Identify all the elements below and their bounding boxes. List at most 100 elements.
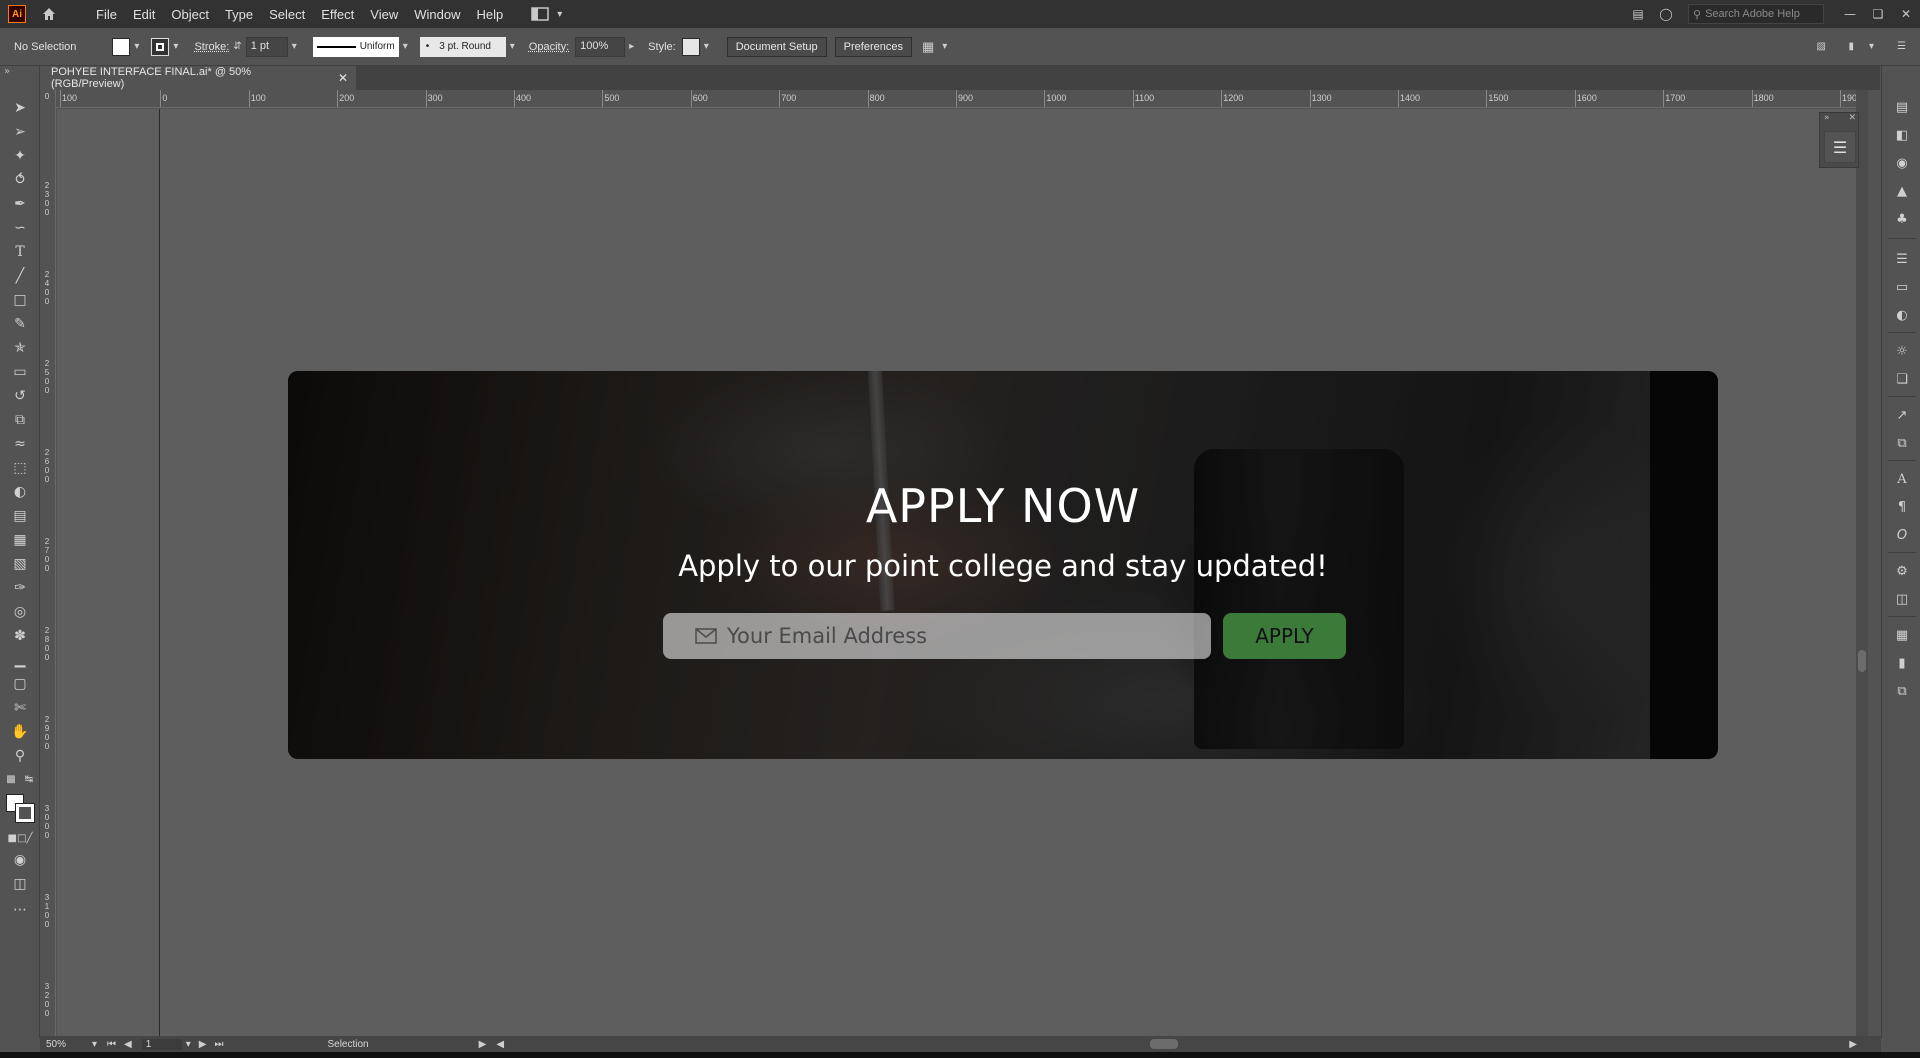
slice-tool-icon[interactable]: ✄ bbox=[10, 698, 30, 718]
chevron-down-icon[interactable]: ▾ bbox=[510, 41, 515, 52]
fill-stroke-widget[interactable] bbox=[6, 794, 36, 824]
asset-export-icon[interactable]: ⧉ bbox=[1892, 434, 1912, 452]
next-artboard-icon[interactable]: ▶ bbox=[199, 1039, 207, 1050]
menu-select[interactable]: Select bbox=[261, 7, 313, 22]
search-help-field[interactable]: ⚲ Search Adobe Help bbox=[1688, 4, 1824, 24]
opacity-label[interactable]: Opacity: bbox=[529, 41, 569, 53]
expand-panel-icon[interactable]: » bbox=[1824, 113, 1830, 127]
arrange-icon[interactable]: ▦ bbox=[922, 39, 934, 55]
panel-menu-icon[interactable]: ☰ bbox=[1897, 41, 1906, 52]
horizontal-scroll-thumb[interactable] bbox=[1150, 1039, 1178, 1049]
transform-icon[interactable]: ▦ bbox=[1892, 626, 1912, 644]
perspective-grid-icon[interactable]: ▤ bbox=[10, 506, 30, 526]
export-icon[interactable]: ↗ bbox=[1892, 406, 1912, 424]
scale-tool-icon[interactable]: ⧉ bbox=[10, 410, 30, 430]
opacity-input[interactable]: 100% bbox=[575, 36, 626, 57]
chevron-down-icon[interactable]: ▾ bbox=[292, 41, 297, 52]
selection-tool-icon[interactable]: ➤ bbox=[10, 98, 30, 118]
curvature-tool-icon[interactable]: ∽ bbox=[10, 218, 30, 238]
warp-tool-icon[interactable]: ≈ bbox=[10, 434, 30, 454]
stroke-profile-select[interactable]: Uniform bbox=[312, 36, 399, 57]
stroke-label[interactable]: Stroke: bbox=[194, 41, 229, 53]
chevron-down-icon[interactable]: ▾ bbox=[186, 1039, 191, 1050]
graphic-style-swatch[interactable] bbox=[681, 37, 700, 56]
vertical-ruler[interactable]: 0 2300 2400 2500 2600 2700 2800 2900 3000 3100 320… bbox=[40, 90, 56, 1036]
brush-definition-select[interactable]: • 3 pt. Round bbox=[419, 36, 506, 57]
artboard-number[interactable]: 1 bbox=[141, 1038, 182, 1050]
paintbrush-icon[interactable]: ✎ bbox=[10, 314, 30, 334]
properties-icon[interactable]: ▤ bbox=[1892, 98, 1912, 116]
chevron-right-icon[interactable]: ▶ bbox=[479, 1039, 487, 1050]
first-artboard-icon[interactable]: ⏮ bbox=[107, 1039, 116, 1050]
align-icon[interactable]: ▮ bbox=[1892, 654, 1912, 672]
color-mode-icon[interactable]: ■□╱ bbox=[8, 828, 33, 848]
menu-view[interactable]: View bbox=[362, 7, 406, 22]
chevron-down-icon[interactable]: ▾ bbox=[704, 41, 709, 52]
close-panel-icon[interactable]: ✕ bbox=[1848, 113, 1856, 127]
chevron-down-icon[interactable]: ▾ bbox=[173, 41, 178, 52]
character-icon[interactable]: A bbox=[1892, 470, 1912, 488]
direct-selection-tool-icon[interactable]: ➢ bbox=[10, 122, 30, 142]
libraries-icon[interactable]: ◧ bbox=[1892, 126, 1912, 144]
stroke-swatch[interactable] bbox=[151, 37, 170, 56]
vertical-scrollbar[interactable] bbox=[1856, 90, 1868, 1036]
transparency-icon[interactable]: ◐ bbox=[1892, 306, 1912, 324]
apply-now-banner[interactable]: APPLY NOW Apply to our point college and… bbox=[288, 371, 1718, 759]
eyedropper-icon[interactable]: ✑ bbox=[10, 578, 30, 598]
close-tab-icon[interactable]: ✕ bbox=[338, 71, 348, 85]
magic-wand-icon[interactable]: ✦ bbox=[10, 146, 30, 166]
lightbulb-icon[interactable]: ◯ bbox=[1652, 7, 1680, 21]
apply-button[interactable]: APPLY bbox=[1223, 613, 1346, 659]
menu-object[interactable]: Object bbox=[163, 7, 217, 22]
chevron-down-icon[interactable]: ▾ bbox=[942, 41, 947, 52]
pen-tool-icon[interactable]: ✒ bbox=[10, 194, 30, 214]
chevron-down-icon[interactable]: ▾ bbox=[92, 1039, 97, 1050]
email-input[interactable]: Your Email Address bbox=[663, 613, 1211, 659]
preferences-button[interactable]: Preferences bbox=[834, 36, 912, 57]
symbol-sprayer-icon[interactable]: ✽ bbox=[10, 626, 30, 646]
isolation-icon[interactable]: ▧ bbox=[1817, 41, 1826, 52]
shaper-tool-icon[interactable]: ✯ bbox=[10, 338, 30, 358]
menu-window[interactable]: Window bbox=[406, 7, 468, 22]
rotate-tool-icon[interactable]: ↺ bbox=[10, 386, 30, 406]
workspace-switcher[interactable]: ▾ bbox=[531, 7, 566, 21]
line-tool-icon[interactable]: ╱ bbox=[10, 266, 30, 286]
previous-artboard-icon[interactable]: ◀ bbox=[124, 1039, 132, 1050]
menu-edit[interactable]: Edit bbox=[125, 7, 163, 22]
graphic-styles-icon[interactable]: ❏ bbox=[1892, 370, 1912, 388]
chevron-down-icon[interactable]: ▾ bbox=[1869, 41, 1874, 52]
minimize-icon[interactable]: — bbox=[1836, 7, 1864, 21]
swap-fill-stroke-icon[interactable]: ↹ bbox=[22, 772, 36, 786]
column-graph-icon[interactable]: ▁ bbox=[10, 650, 30, 670]
opentype-icon[interactable]: O bbox=[1892, 526, 1912, 544]
align-icon[interactable]: ▮ bbox=[1848, 41, 1854, 52]
menu-file[interactable]: File bbox=[88, 7, 125, 22]
free-transform-icon[interactable]: ⬚ bbox=[10, 458, 30, 478]
eraser-icon[interactable]: ▭ bbox=[10, 362, 30, 382]
more-tools-icon[interactable]: ⋯ bbox=[10, 900, 30, 920]
stroke-color-swatch[interactable] bbox=[15, 803, 35, 823]
chevron-down-icon[interactable]: ▾ bbox=[134, 41, 139, 52]
color-guide-icon[interactable]: ▲ bbox=[1892, 182, 1912, 200]
last-artboard-icon[interactable]: ⏭ bbox=[214, 1039, 223, 1050]
home-icon[interactable] bbox=[40, 5, 58, 23]
shape-builder-icon[interactable]: ◐ bbox=[10, 482, 30, 502]
type-tool-icon[interactable]: T bbox=[10, 242, 30, 262]
rectangle-tool-icon[interactable]: □ bbox=[10, 290, 30, 310]
gradient-icon[interactable]: ▭ bbox=[1892, 278, 1912, 296]
swatches-icon[interactable]: ♣ bbox=[1892, 210, 1912, 228]
mesh-tool-icon[interactable]: ▦ bbox=[10, 530, 30, 550]
gradient-tool-icon[interactable]: ▧ bbox=[10, 554, 30, 574]
scroll-right-icon[interactable]: ▶ bbox=[1849, 1039, 1857, 1050]
zoom-tool-icon[interactable]: ⚲ bbox=[10, 746, 30, 766]
color-icon[interactable]: ◉ bbox=[1892, 154, 1912, 172]
menu-type[interactable]: Type bbox=[217, 7, 261, 22]
document-setup-button[interactable]: Document Setup bbox=[726, 36, 827, 57]
chevron-right-icon[interactable]: ▸ bbox=[629, 41, 634, 52]
links-icon[interactable]: ◫ bbox=[1892, 590, 1912, 608]
fill-swatch[interactable] bbox=[112, 37, 131, 56]
draw-mode-icon[interactable]: ◉ bbox=[10, 850, 30, 870]
document-tab[interactable]: POHYEE INTERFACE FINAL.ai* @ 50% (RGB/Pr… bbox=[40, 66, 356, 90]
vertical-scroll-thumb[interactable] bbox=[1858, 650, 1866, 672]
paragraph-icon[interactable]: ¶ bbox=[1892, 498, 1912, 516]
